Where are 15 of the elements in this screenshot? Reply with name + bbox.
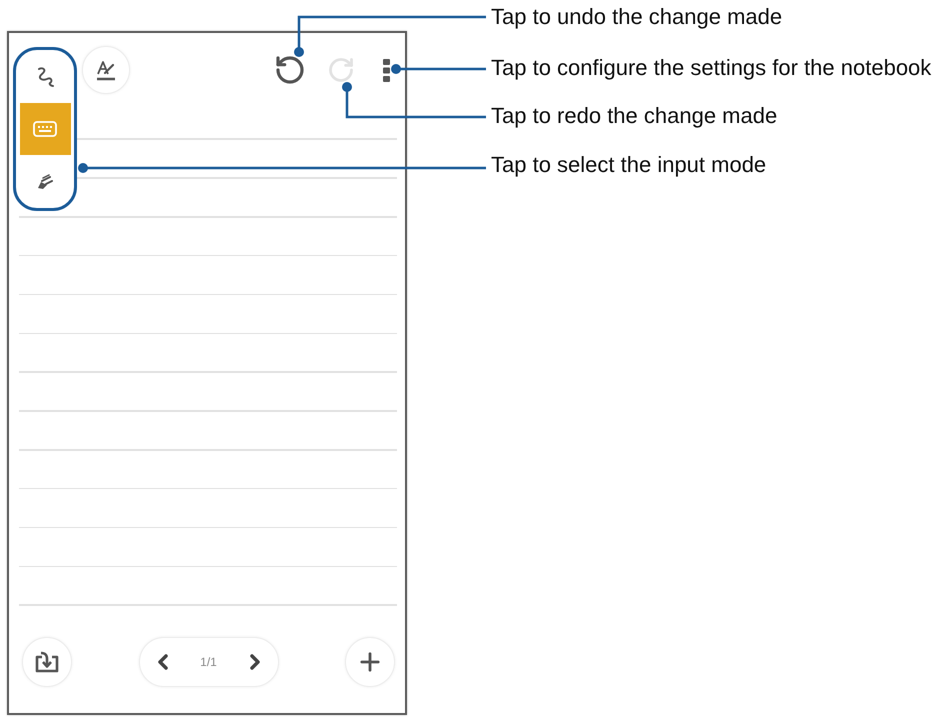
callout-label: Tap to redo the change made	[491, 103, 778, 128]
tray-arrow-icon	[35, 651, 59, 673]
undo-icon	[274, 54, 306, 86]
page-number: 1/1	[200, 655, 217, 669]
pen-style-button[interactable]	[82, 46, 130, 94]
callout-label: Tap to configure the settings for the notebook	[491, 55, 932, 80]
add-page-button[interactable]	[345, 637, 395, 687]
pen-style-icon	[95, 59, 117, 81]
callout-label: Tap to undo the change made	[491, 4, 782, 29]
menu-icon	[382, 58, 390, 82]
import-button[interactable]	[22, 637, 72, 687]
callout-label: Tap to select the input mode	[491, 152, 766, 177]
highlighter-icon	[37, 173, 53, 189]
keyboard-icon	[33, 121, 57, 137]
redo-icon	[327, 56, 355, 84]
